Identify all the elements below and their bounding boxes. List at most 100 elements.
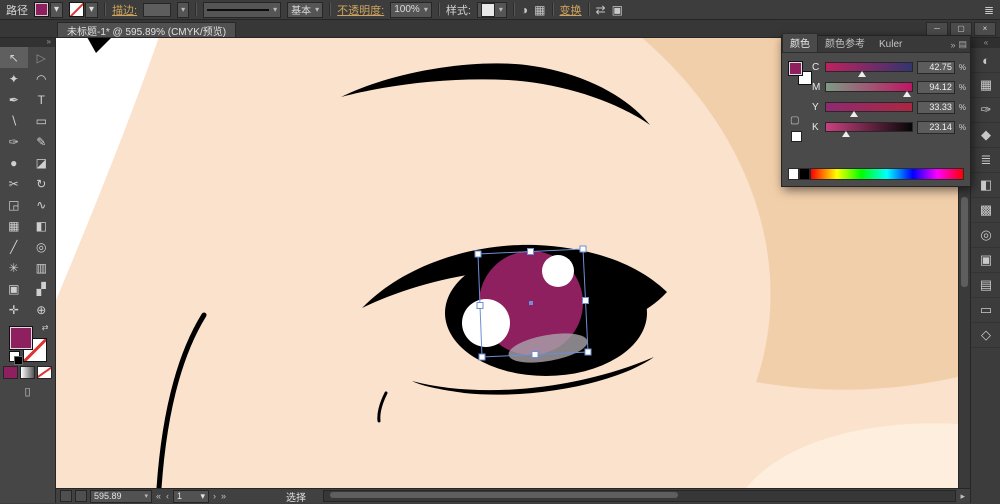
yellow-slider-thumb[interactable] bbox=[850, 111, 858, 117]
stroke-weight-field[interactable] bbox=[143, 3, 171, 17]
rectangle-tool[interactable]: ▭ bbox=[28, 110, 56, 131]
paintbrush-tool[interactable]: ✑ bbox=[0, 131, 28, 152]
isolate-icon[interactable]: ▣ bbox=[612, 3, 623, 17]
lasso-tool[interactable]: ◠ bbox=[28, 68, 56, 89]
shape-mode-icon[interactable]: ⇄ bbox=[596, 3, 606, 17]
symbols-panel-icon[interactable]: ◆ bbox=[971, 123, 1000, 148]
screen-mode-button[interactable]: ▯ bbox=[0, 385, 55, 398]
graphic-styles-panel-icon[interactable]: ▣ bbox=[971, 248, 1000, 273]
transform-link[interactable]: 变换 bbox=[560, 2, 582, 18]
swatches-panel-icon[interactable]: ▦ bbox=[971, 73, 1000, 98]
type-tool[interactable]: T bbox=[28, 89, 56, 110]
close-button[interactable]: × bbox=[974, 22, 996, 36]
stroke-weight-dropdown[interactable]: ▾ bbox=[177, 2, 189, 18]
handle-top[interactable] bbox=[528, 249, 534, 255]
tab-color-guide[interactable]: 颜色参考 bbox=[818, 34, 872, 52]
handle-bottom-right[interactable] bbox=[585, 349, 591, 355]
magic-wand-tool[interactable]: ✦ bbox=[0, 68, 28, 89]
variable-width-dropdown[interactable]: ▾ bbox=[203, 2, 281, 18]
layers-panel-icon[interactable]: ▤ bbox=[971, 273, 1000, 298]
black-swatch[interactable] bbox=[799, 168, 810, 180]
eyedropper-tool[interactable]: ╱ bbox=[0, 236, 28, 257]
first-artboard-icon[interactable]: « bbox=[155, 491, 162, 501]
handle-top-right[interactable] bbox=[580, 246, 586, 252]
handle-left[interactable] bbox=[477, 303, 483, 309]
fill-color-swatch[interactable] bbox=[34, 2, 49, 17]
opacity-dropdown[interactable]: 100% ▾ bbox=[390, 2, 432, 18]
slice-tool[interactable]: ▞ bbox=[28, 278, 56, 299]
zoom-tool[interactable]: ⊕ bbox=[28, 299, 56, 320]
minimize-button[interactable]: ─ bbox=[926, 22, 948, 36]
zoom-dropdown[interactable]: 595.89 ▾ bbox=[90, 490, 152, 503]
none-mode-button[interactable] bbox=[37, 366, 52, 379]
symbol-sprayer-tool[interactable]: ✳ bbox=[0, 257, 28, 278]
scroll-right-icon[interactable]: ▸ bbox=[959, 491, 966, 502]
direct-selection-tool[interactable]: ▷ bbox=[28, 47, 56, 68]
status-right-button[interactable] bbox=[75, 490, 87, 502]
transparency-panel-icon[interactable]: ▩ bbox=[971, 198, 1000, 223]
scale-tool[interactable]: ◲ bbox=[0, 194, 28, 215]
cyan-slider-thumb[interactable] bbox=[858, 71, 866, 77]
brush-definition-dropdown[interactable]: 基本 ▾ bbox=[287, 2, 323, 18]
links-panel-icon[interactable]: ◇ bbox=[971, 323, 1000, 348]
scissors-tool[interactable]: ✂ bbox=[0, 173, 28, 194]
default-fill-stroke-icon[interactable] bbox=[9, 351, 20, 362]
color-mode-button[interactable] bbox=[3, 366, 18, 379]
status-left-button[interactable] bbox=[60, 490, 72, 502]
closest-web-color-swatch[interactable] bbox=[791, 131, 802, 142]
hand-tool[interactable]: ✛ bbox=[0, 299, 28, 320]
appearance-panel-icon[interactable]: ◎ bbox=[971, 223, 1000, 248]
cyan-slider[interactable] bbox=[825, 62, 913, 72]
last-artboard-icon[interactable]: » bbox=[220, 491, 227, 501]
tab-kuler[interactable]: Kuler bbox=[872, 38, 909, 52]
stroke-panel-link[interactable]: 描边: bbox=[112, 2, 137, 18]
line-segment-tool[interactable]: ∖ bbox=[0, 110, 28, 131]
gradient-mode-button[interactable] bbox=[20, 366, 35, 379]
stroke-dropdown-icon[interactable]: ▾ bbox=[85, 2, 98, 18]
fill-dropdown-icon[interactable]: ▾ bbox=[50, 2, 63, 18]
handle-right[interactable] bbox=[583, 298, 589, 304]
recolor-artwork-icon[interactable]: ◑ bbox=[521, 3, 528, 17]
width-tool[interactable]: ∿ bbox=[28, 194, 56, 215]
blob-brush-tool[interactable]: ● bbox=[0, 152, 28, 173]
fill-well[interactable] bbox=[9, 326, 33, 350]
handle-top-left[interactable] bbox=[475, 251, 481, 257]
horizontal-scroll-thumb[interactable] bbox=[330, 492, 677, 498]
handle-bottom[interactable] bbox=[532, 352, 538, 358]
opacity-link[interactable]: 不透明度: bbox=[337, 2, 384, 18]
stroke-color-picker[interactable]: ▾ bbox=[69, 2, 98, 18]
cyan-value-field[interactable]: 42.75 bbox=[917, 61, 955, 74]
artboard-tool[interactable]: ▣ bbox=[0, 278, 28, 299]
maximize-button[interactable]: ▢ bbox=[950, 22, 972, 36]
tab-color[interactable]: 颜色 bbox=[782, 33, 818, 52]
color-panel-icon[interactable]: ◐ bbox=[971, 48, 1000, 73]
selection-tool[interactable]: ↖ bbox=[0, 47, 28, 68]
gradient-tool[interactable]: ◧ bbox=[28, 215, 56, 236]
yellow-slider[interactable] bbox=[825, 102, 913, 112]
magenta-value-field[interactable]: 94.12 bbox=[917, 81, 955, 94]
pencil-tool[interactable]: ✎ bbox=[28, 131, 56, 152]
style-dropdown[interactable]: ▾ bbox=[477, 2, 507, 18]
pen-tool[interactable]: ✒ bbox=[0, 89, 28, 110]
brushes-panel-icon[interactable]: ✑ bbox=[971, 98, 1000, 123]
black-slider[interactable] bbox=[825, 122, 913, 132]
fill-color-picker[interactable]: ▾ bbox=[34, 2, 63, 18]
white-swatch[interactable] bbox=[788, 168, 799, 180]
stroke-panel-icon[interactable]: ≣ bbox=[971, 148, 1000, 173]
horizontal-scrollbar[interactable] bbox=[323, 490, 956, 502]
handle-bottom-left[interactable] bbox=[479, 354, 485, 360]
artboard-number-dropdown[interactable]: 1 ▾ bbox=[173, 490, 209, 503]
panel-collapse-icon[interactable]: » bbox=[950, 40, 958, 52]
color-spectrum-bar[interactable] bbox=[810, 168, 964, 180]
stroke-color-swatch[interactable] bbox=[69, 2, 84, 17]
align-icon[interactable]: ▦ bbox=[534, 3, 545, 17]
document-tab[interactable]: 未标题-1* @ 595.89% (CMYK/预览) bbox=[57, 22, 236, 37]
prev-artboard-icon[interactable]: ‹ bbox=[165, 491, 170, 501]
eraser-tool[interactable]: ◪ bbox=[28, 152, 56, 173]
blend-tool[interactable]: ◎ bbox=[28, 236, 56, 257]
vertical-scroll-thumb[interactable] bbox=[961, 197, 968, 287]
gradient-panel-icon[interactable]: ◧ bbox=[971, 173, 1000, 198]
mesh-tool[interactable]: ▦ bbox=[0, 215, 28, 236]
out-of-gamut-icon[interactable]: ▢ bbox=[790, 115, 799, 126]
panel-fill-well[interactable] bbox=[788, 61, 803, 76]
